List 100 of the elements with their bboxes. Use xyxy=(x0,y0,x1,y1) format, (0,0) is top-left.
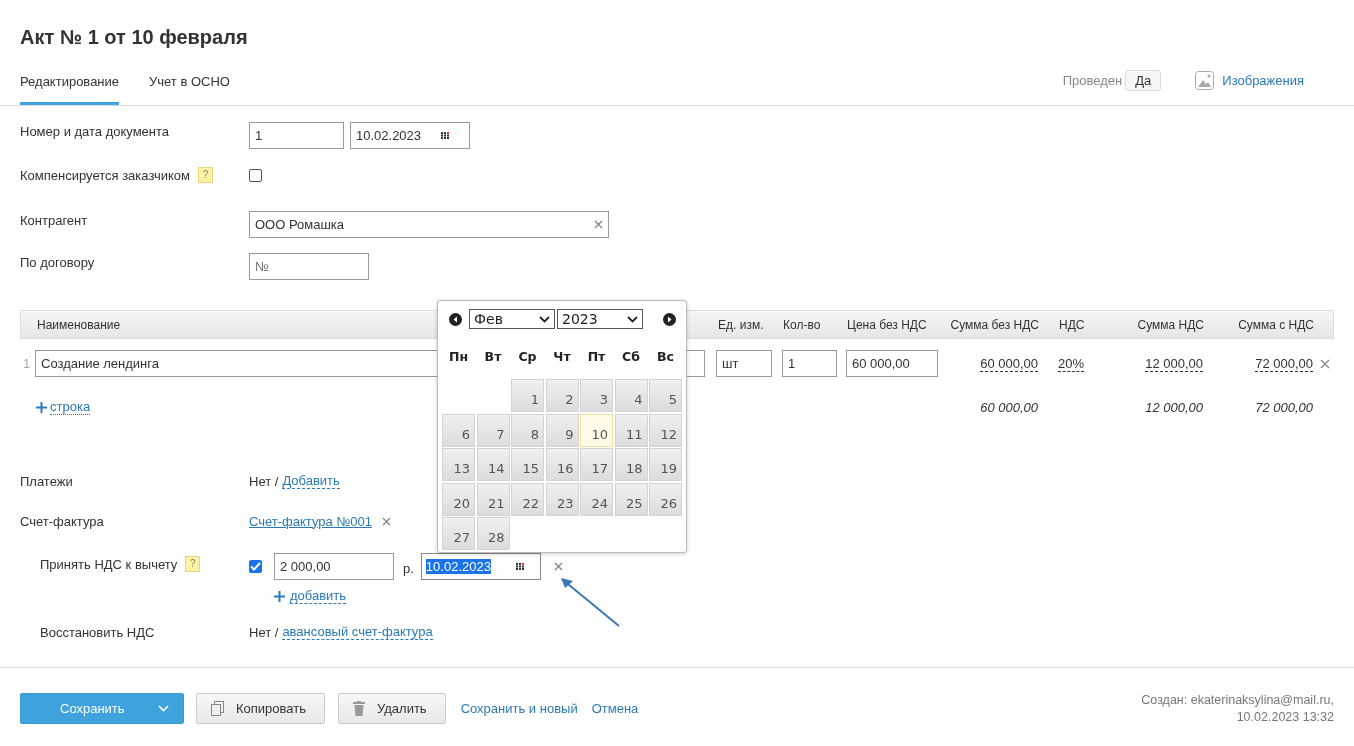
calendar-day[interactable]: 10 xyxy=(580,413,613,447)
calendar-day[interactable]: 12 xyxy=(649,413,682,447)
date-field[interactable]: 10.02.2023 xyxy=(420,553,541,580)
field-label: Компенсируется заказчиком xyxy=(20,167,190,183)
plus-icon[interactable] xyxy=(274,590,285,602)
calendar-day[interactable]: 17 xyxy=(580,448,613,481)
grand-total: 72 000,00 xyxy=(1255,399,1314,415)
copy-icon xyxy=(211,701,224,716)
delete-icon[interactable] xyxy=(1319,358,1330,369)
calendar-day[interactable]: 21 xyxy=(476,482,510,516)
sum-value[interactable]: 60 000,00 xyxy=(980,356,1038,372)
restore-value: Нет / xyxy=(249,624,279,640)
payments-value: Нет / xyxy=(249,473,279,489)
column-header: Сумма НДС xyxy=(1137,317,1205,332)
weekday-label: Пн xyxy=(447,349,470,364)
weekday-label: Вт xyxy=(483,349,503,364)
calendar-day[interactable]: 23 xyxy=(545,482,579,516)
weekday-label: Пт xyxy=(586,349,607,364)
calendar-day[interactable]: 2 xyxy=(545,379,579,412)
tab[interactable]: Редактирование xyxy=(20,61,120,105)
calendar-day[interactable]: 1 xyxy=(511,379,544,412)
weekday-label: Вс xyxy=(656,349,675,364)
caret-icon[interactable] xyxy=(158,705,169,712)
calendar-day[interactable]: 8 xyxy=(511,413,544,447)
number-field[interactable]: 1 xyxy=(249,122,344,149)
calendar-icon[interactable] xyxy=(515,563,527,570)
calendar-day[interactable]: 26 xyxy=(649,482,682,516)
clear-icon[interactable] xyxy=(594,220,603,229)
weekday-label: Чт xyxy=(552,349,572,364)
caret-icon xyxy=(627,315,638,323)
calendar-day[interactable]: 13 xyxy=(442,448,475,481)
created-date: 10.02.2023 13:32 xyxy=(1236,709,1334,726)
quantity-field[interactable]: 1 xyxy=(782,350,837,377)
column-header: Цена без НДС xyxy=(847,317,928,332)
tab[interactable]: Учет в ОСНО xyxy=(149,61,230,105)
plus-icon[interactable] xyxy=(36,401,47,413)
vat-rate-value[interactable]: 20% xyxy=(1058,356,1085,372)
image-icon[interactable] xyxy=(1195,71,1215,90)
column-header: Кол-во xyxy=(783,317,822,332)
calendar-day[interactable]: 5 xyxy=(649,379,682,412)
trash-icon xyxy=(353,701,365,716)
calendar-day[interactable]: 24 xyxy=(580,482,613,516)
calendar-day[interactable]: 4 xyxy=(614,379,648,412)
month-select[interactable]: Фев xyxy=(469,309,555,329)
date-field[interactable]: 10.02.2023 xyxy=(350,122,470,149)
calendar-day[interactable]: 15 xyxy=(511,448,544,481)
calendar-day[interactable]: 22 xyxy=(511,482,544,516)
calendar-day[interactable]: 20 xyxy=(442,482,475,516)
pointer-arrow xyxy=(559,576,621,628)
calendar-day[interactable]: 9 xyxy=(545,413,579,447)
created-by: Создан: ekaterinaksylina@mail.ru, xyxy=(1141,692,1334,709)
add-link[interactable]: добавить xyxy=(290,588,347,604)
year-select[interactable]: 2023 xyxy=(557,309,643,329)
calendar-day[interactable]: 11 xyxy=(614,413,648,447)
field-label: Контрагент xyxy=(19,212,89,228)
field-label: Платежи xyxy=(19,473,74,489)
help-icon[interactable]: ? xyxy=(185,556,201,572)
calendar-day[interactable]: 27 xyxy=(442,517,475,550)
help-icon[interactable]: ? xyxy=(197,167,213,183)
calendar-day[interactable]: 25 xyxy=(614,482,648,516)
calendar-day[interactable]: 19 xyxy=(649,448,682,481)
document-title: Акт № 1 от 10 февраля xyxy=(19,25,249,49)
contract-field[interactable]: № xyxy=(249,253,369,280)
calendar-day[interactable]: 3 xyxy=(580,379,613,412)
amount-field[interactable]: 2 000,00 xyxy=(274,553,394,580)
column-header: НДС xyxy=(1058,317,1086,332)
calendar-day[interactable]: 6 xyxy=(442,413,475,447)
calendar-day[interactable]: 18 xyxy=(614,448,648,481)
unit-field[interactable]: шт xyxy=(716,350,772,377)
calendar-day[interactable]: 28 xyxy=(476,517,510,550)
images-link[interactable]: Изображения xyxy=(1222,73,1304,88)
total-value[interactable]: 72 000,00 xyxy=(1255,356,1313,372)
weekday-label: Сб xyxy=(621,349,641,364)
checkbox[interactable] xyxy=(249,560,262,573)
calendar-icon[interactable] xyxy=(441,132,452,139)
vat-value[interactable]: 12 000,00 xyxy=(1145,356,1203,372)
calendar-day[interactable]: 14 xyxy=(476,448,510,481)
invoice-link[interactable]: Счет-фактура №001 xyxy=(249,513,373,529)
field-label: Счет-фактура xyxy=(19,513,105,529)
price-field[interactable]: 60 000,00 xyxy=(846,350,938,377)
field-label: По договору xyxy=(19,254,96,270)
calendar-day[interactable]: 7 xyxy=(476,413,510,447)
cancel-link[interactable]: Отмена xyxy=(591,701,639,716)
remove-icon[interactable] xyxy=(553,562,563,571)
next-month-icon[interactable] xyxy=(663,312,676,326)
add-row-link[interactable]: строка xyxy=(50,399,91,415)
remove-icon[interactable] xyxy=(382,516,392,526)
delete-button[interactable]: Удалить xyxy=(338,693,446,724)
posted-toggle[interactable]: Да xyxy=(1125,70,1162,91)
field-label: Номер и дата документа xyxy=(19,123,171,139)
checkbox[interactable] xyxy=(249,168,262,182)
column-header: Наименование xyxy=(36,317,121,332)
counterparty-field[interactable]: ООО Ромашка xyxy=(249,211,609,238)
previous-month-icon[interactable] xyxy=(449,312,462,326)
save-and-new-link[interactable]: Сохранить и новый xyxy=(460,701,578,716)
copy-button[interactable]: Копировать xyxy=(196,693,325,724)
vat-total: 12 000,00 xyxy=(1145,399,1204,415)
add-payment-link[interactable]: Добавить xyxy=(282,473,340,489)
advance-invoice-link[interactable]: авансовый счет-фактура xyxy=(282,624,433,640)
calendar-day[interactable]: 16 xyxy=(545,448,579,481)
